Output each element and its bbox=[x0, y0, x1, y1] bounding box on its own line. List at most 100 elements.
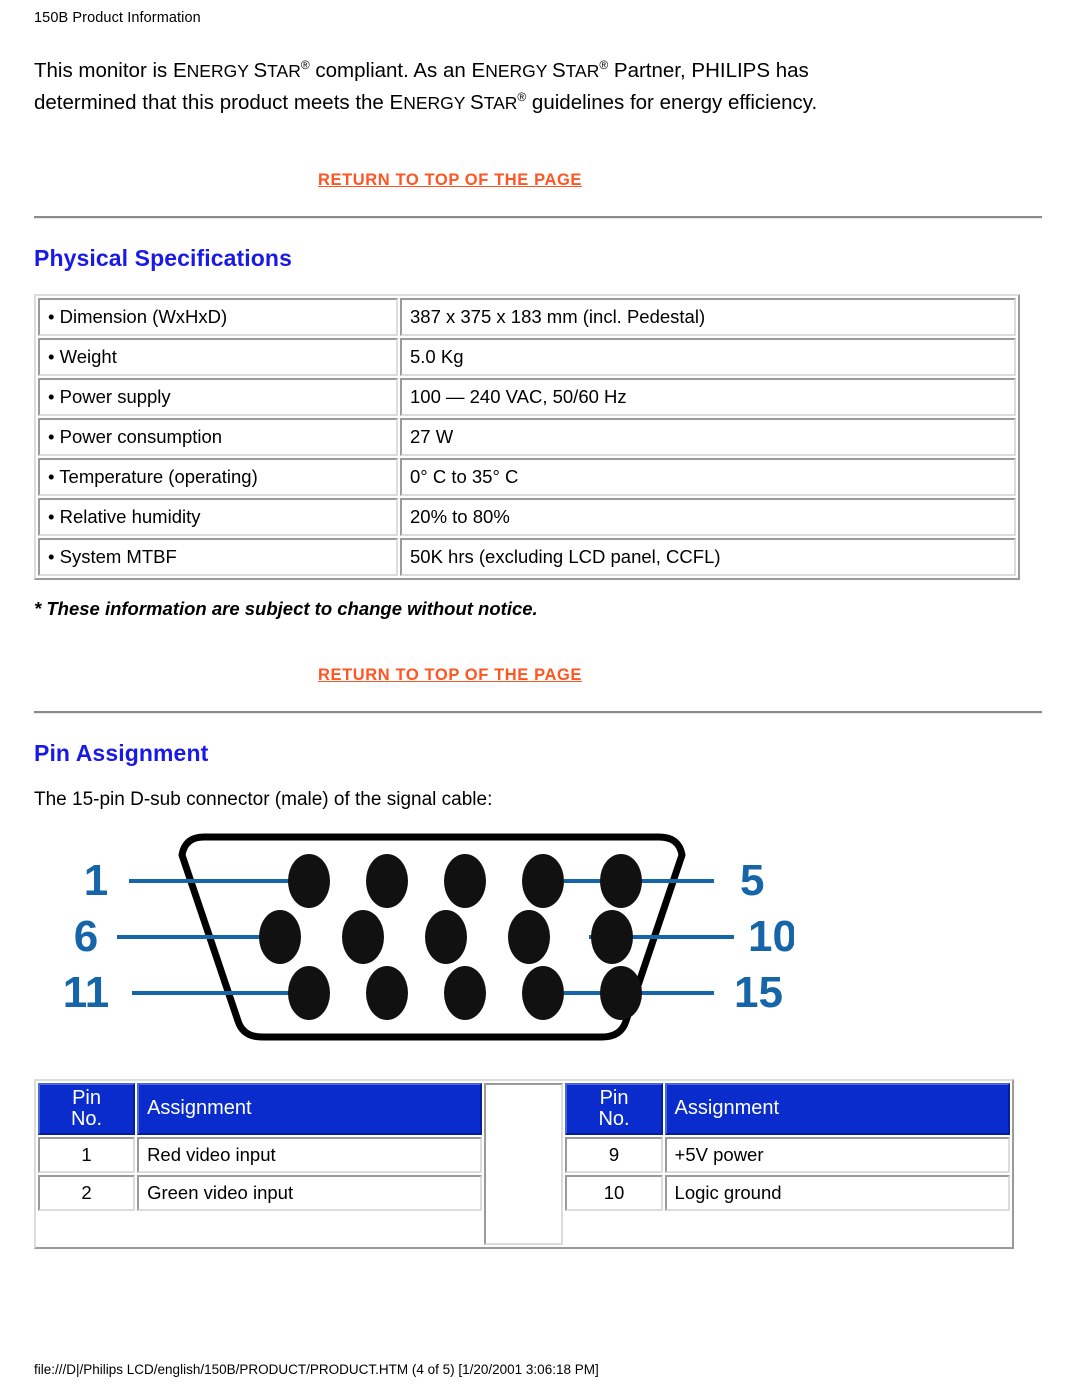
dsub-connector-icon: 1 6 11 5 10 15 bbox=[63, 833, 797, 1041]
registered-icon: ® bbox=[599, 58, 609, 73]
page-title: 150B Product Information bbox=[34, 10, 201, 26]
assignment-header-right: Assignment bbox=[664, 1082, 1010, 1135]
pin-assignment-cutoff bbox=[665, 1213, 1010, 1245]
pin-assignment-value: Red video input bbox=[137, 1136, 483, 1173]
table-row: • Power consumption 27 W bbox=[38, 417, 1016, 456]
return-top-container-2: RETURN TO TOP OF THE PAGE bbox=[34, 666, 1046, 685]
pin-label-right-5: 5 bbox=[740, 856, 764, 905]
pin-9 bbox=[508, 909, 550, 964]
pin-number-cutoff bbox=[565, 1213, 662, 1245]
pin-label-right-10: 10 bbox=[748, 912, 794, 961]
star-s-1: S bbox=[253, 59, 268, 82]
pin-14 bbox=[522, 965, 564, 1020]
table-row: • Temperature (operating) 0° C to 35° C bbox=[38, 457, 1016, 496]
intro-text-2: compliant. As an bbox=[309, 59, 472, 82]
spec-label: • Temperature (operating) bbox=[38, 457, 398, 496]
pin-label-left-1: 1 bbox=[84, 856, 108, 905]
table-row: • Relative humidity 20% to 80% bbox=[38, 497, 1016, 536]
pin-number: 10 bbox=[565, 1174, 663, 1211]
pin-assignment-description: The 15-pin D-sub connector (male) of the… bbox=[34, 788, 493, 810]
table-spacer-column bbox=[484, 1082, 564, 1245]
pin-3 bbox=[444, 853, 486, 908]
spec-label: • System MTBF bbox=[38, 537, 398, 576]
spec-value: 50K hrs (excluding LCD panel, CCFL) bbox=[400, 537, 1016, 576]
spec-label: • Dimension (WxHxD) bbox=[38, 297, 398, 336]
spec-value: 27 W bbox=[400, 417, 1016, 456]
physical-specifications-heading: Physical Specifications bbox=[34, 244, 292, 271]
philips-brand: PHILIPS bbox=[691, 59, 771, 82]
pin-number: 1 bbox=[38, 1136, 136, 1173]
pin-13 bbox=[444, 965, 486, 1020]
pin-1 bbox=[288, 853, 330, 908]
energy-rest-2: NERGY bbox=[485, 61, 552, 81]
spec-label: • Power supply bbox=[38, 377, 398, 416]
document-content: This monitor is ENERGY STAR® compliant. … bbox=[34, 55, 1046, 1249]
pin-assignment-heading: Pin Assignment bbox=[34, 739, 209, 766]
pin-15 bbox=[600, 965, 642, 1020]
energy-star-paragraph: This monitor is ENERGY STAR® compliant. … bbox=[34, 55, 904, 119]
registered-icon: ® bbox=[300, 58, 310, 73]
pin-8 bbox=[425, 909, 467, 964]
section-divider bbox=[34, 710, 1042, 714]
spec-value: 0° C to 35° C bbox=[400, 457, 1016, 496]
spec-value: 387 x 375 x 183 mm (incl. Pedestal) bbox=[400, 297, 1016, 336]
return-to-top-link[interactable]: RETURN TO TOP OF THE PAGE bbox=[318, 171, 582, 189]
pin-6 bbox=[259, 909, 301, 964]
energy-rest-3: NERGY bbox=[403, 92, 470, 113]
pin-label-right-15: 15 bbox=[734, 968, 783, 1017]
spec-table-body: • Dimension (WxHxD) 387 x 375 x 183 mm (… bbox=[38, 297, 1016, 576]
dsub-connector-diagram: 1 6 11 5 10 15 bbox=[34, 825, 797, 1055]
footer-path: file:///D|/Philips LCD/english/150B/PROD… bbox=[34, 1362, 599, 1377]
table-row: • Power supply 100 — 240 VAC, 50/60 Hz bbox=[38, 377, 1016, 416]
star-s-3: S bbox=[470, 90, 484, 114]
specifications-note: * These information are subject to chang… bbox=[34, 597, 538, 619]
spec-label: • Relative humidity bbox=[38, 497, 398, 536]
pin-assignment-value: Logic ground bbox=[664, 1174, 1010, 1211]
registered-icon: ® bbox=[517, 89, 527, 104]
table-row: • Weight 5.0 Kg bbox=[38, 337, 1016, 376]
pin-assignment-table: Pin No. Assignment Pin No. Assignment 1 Re… bbox=[34, 1078, 1014, 1249]
spec-value: 5.0 Kg bbox=[400, 337, 1016, 376]
pin-7 bbox=[342, 909, 384, 964]
star-s-2: S bbox=[551, 59, 566, 82]
pin-header-line2: No. bbox=[70, 1107, 103, 1130]
pin-4 bbox=[522, 853, 564, 908]
pin-label-left-6: 6 bbox=[74, 912, 98, 961]
return-to-top-link[interactable]: RETURN TO TOP OF THE PAGE bbox=[318, 666, 582, 684]
pin-number: 9 bbox=[565, 1136, 663, 1173]
energy-e-3: E bbox=[389, 90, 404, 114]
spec-label: • Power consumption bbox=[38, 417, 398, 456]
pin-assignment-value: +5V power bbox=[664, 1136, 1010, 1173]
return-top-container-1: RETURN TO TOP OF THE PAGE bbox=[34, 171, 1046, 190]
pin-10 bbox=[591, 909, 633, 964]
pin-2 bbox=[366, 853, 408, 908]
pin-number: 2 bbox=[38, 1174, 136, 1211]
pin-label-left-11: 11 bbox=[63, 968, 110, 1017]
pin-number-cutoff bbox=[38, 1213, 135, 1245]
spec-label: • Weight bbox=[38, 337, 398, 376]
spec-value: 100 — 240 VAC, 50/60 Hz bbox=[400, 377, 1016, 416]
pin-no-header-right: Pin No. bbox=[565, 1082, 663, 1135]
star-rest-3: TAR bbox=[483, 92, 518, 113]
table-row: • Dimension (WxHxD) 387 x 375 x 183 mm (… bbox=[38, 297, 1016, 336]
energy-e-1: E bbox=[172, 59, 187, 82]
pin-12 bbox=[366, 965, 408, 1020]
pin-header-line2: No. bbox=[598, 1107, 630, 1130]
pin-header-line1: Pin bbox=[72, 1086, 101, 1109]
pin-table-body: Pin No. Assignment Pin No. Assignment 1 Re… bbox=[38, 1082, 1010, 1245]
star-rest-1: TAR bbox=[267, 61, 301, 81]
table-header-row: Pin No. Assignment Pin No. Assignment bbox=[38, 1082, 1010, 1245]
pin-assignment-cutoff bbox=[137, 1213, 482, 1245]
section-divider bbox=[34, 215, 1042, 219]
pin-header-line1: Pin bbox=[599, 1086, 629, 1109]
pin-5 bbox=[600, 853, 642, 908]
intro-text-3: Partner, bbox=[608, 59, 692, 82]
spec-value: 20% to 80% bbox=[400, 497, 1016, 536]
star-rest-2: TAR bbox=[565, 61, 600, 81]
table-row: • System MTBF 50K hrs (excluding LCD pan… bbox=[38, 537, 1016, 576]
intro-text-1: This monitor is bbox=[34, 59, 173, 82]
assignment-header-left: Assignment bbox=[137, 1082, 483, 1135]
pin-no-header-left: Pin No. bbox=[38, 1082, 136, 1135]
energy-rest-1: NERGY bbox=[186, 61, 254, 81]
pin-11 bbox=[288, 965, 330, 1020]
